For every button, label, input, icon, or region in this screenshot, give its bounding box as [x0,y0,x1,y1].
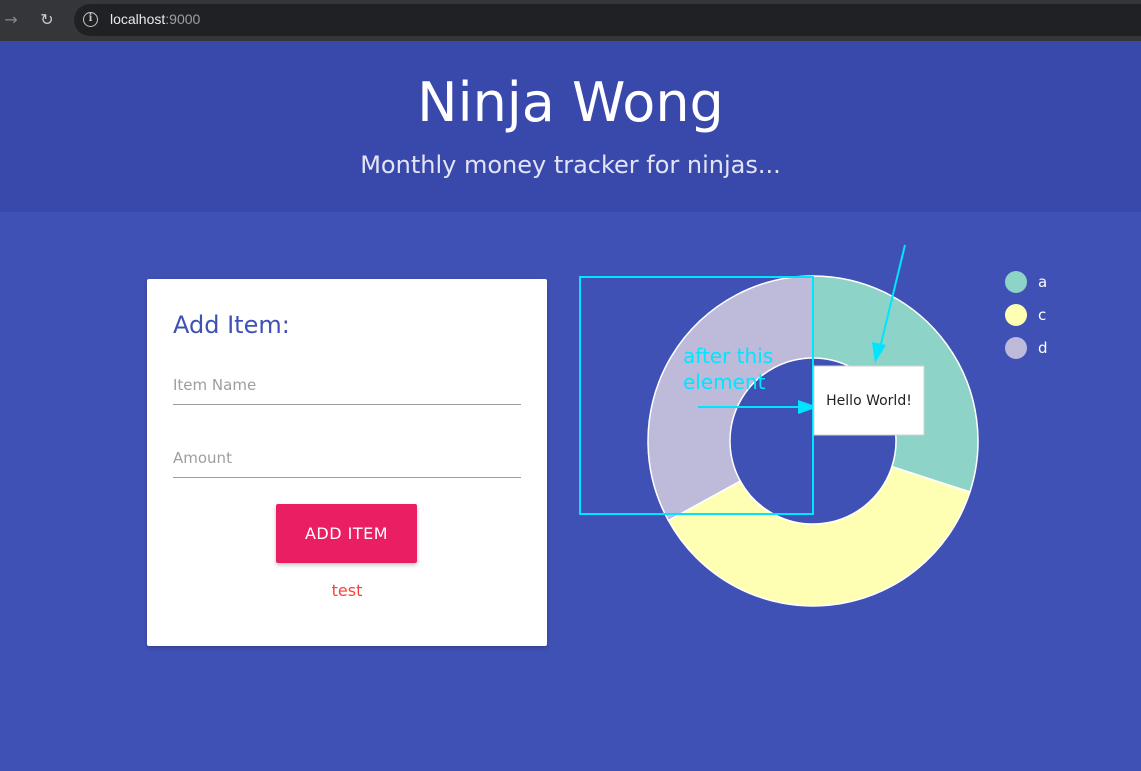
legend-swatch-c [1005,304,1027,326]
reload-icon[interactable]: ↻ [36,9,58,31]
legend-swatch-d [1005,337,1027,359]
chart-slice-d[interactable] [647,275,814,522]
page-title: Ninja Wong [417,71,724,134]
debug-annotation: after this element Hello World! [579,244,925,515]
address-bar[interactable]: i localhost:9000 [74,4,1141,36]
legend-swatch-a [1005,271,1027,293]
add-item-button[interactable]: ADD ITEM [276,504,417,563]
add-item-card: Add Item: ADD ITEM test [147,279,547,646]
item-name-input[interactable] [173,365,521,405]
annotation-label-line2: element [683,370,766,394]
page-header: Ninja Wong Monthly money tracker for nin… [0,41,1141,212]
legend-label-c: c [1038,306,1046,324]
amount-input[interactable] [173,438,521,478]
chart-legend: acd [1005,271,1048,359]
tooltip-text: Hello World! [826,393,912,409]
forward-icon[interactable]: → [0,9,22,31]
card-title: Add Item: [173,311,290,339]
page-subtitle: Monthly money tracker for ninjas... [360,151,781,179]
url-host: localhost [110,11,166,27]
legend-label-d: d [1038,339,1048,357]
url-port: :9000 [165,11,201,27]
site-info-icon[interactable]: i [83,12,98,27]
error-message: test [331,581,363,600]
legend-label-a: a [1038,273,1047,291]
donut-chart: acd after this element Hello World! [579,244,1048,607]
browser-toolbar: → ↻ i localhost:9000 [0,0,1141,41]
url-text[interactable]: localhost:9000 [110,11,200,27]
annotation-label-line1: after this [683,344,773,368]
